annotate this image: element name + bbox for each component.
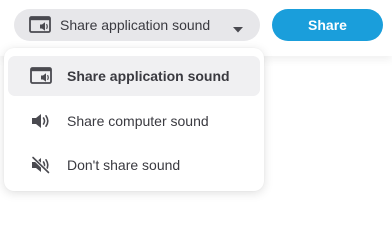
speaker-muted-icon [30,155,52,175]
share-sound-panel: Share application sound Share Share appl… [0,0,392,206]
menu-item-label: Share application sound [67,68,230,84]
menu-item-label: Don't share sound [67,157,181,173]
menu-item-dont-share-sound[interactable]: Don't share sound [8,145,260,185]
menu-item-share-computer-sound[interactable]: Share computer sound [8,101,260,141]
chevron-down-icon [232,21,244,33]
share-button[interactable]: Share [272,9,383,41]
sound-selector-dropdown[interactable]: Share application sound [14,9,260,41]
sound-selector-label: Share application sound [60,17,211,33]
menu-item-label: Share computer sound [67,113,209,129]
speaker-icon [30,111,52,131]
sound-options-menu: Share application sound Share computer s… [4,48,264,191]
app-window-sound-icon [28,15,52,35]
menu-item-share-application-sound[interactable]: Share application sound [8,56,260,96]
app-window-sound-icon [30,66,52,86]
